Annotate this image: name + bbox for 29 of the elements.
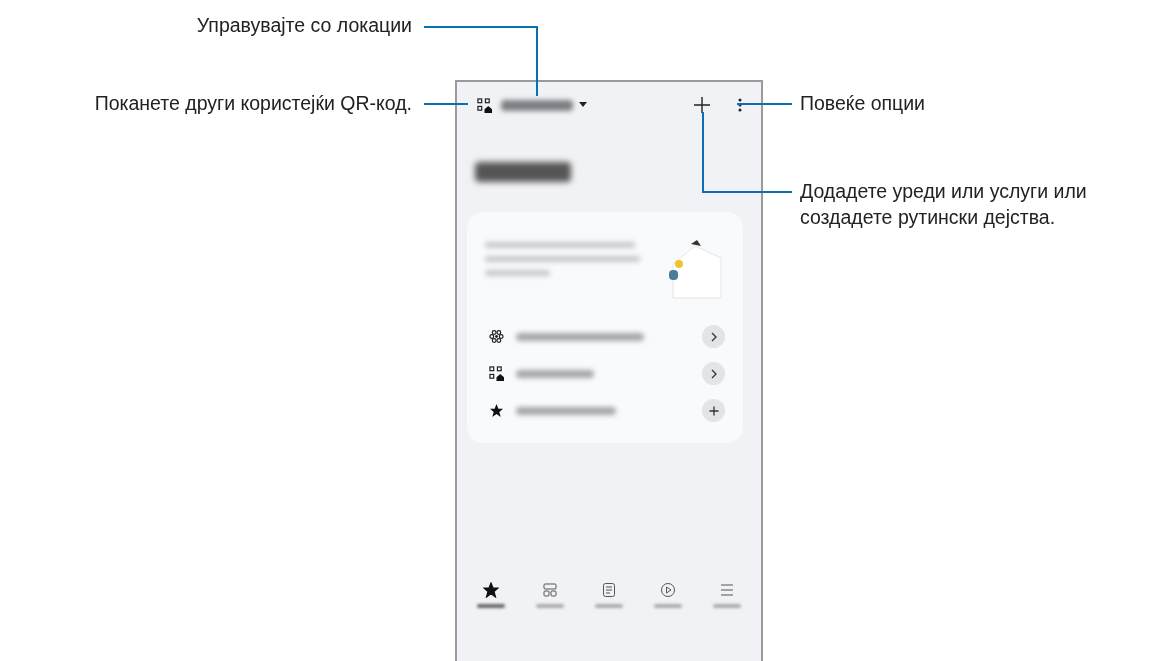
blurred-text <box>485 270 550 276</box>
chevron-button[interactable] <box>702 362 725 385</box>
kebab-menu-icon <box>738 98 742 112</box>
menu-icon <box>719 582 736 598</box>
caret-icon <box>579 102 587 108</box>
leader-line <box>736 103 793 105</box>
callout-label: Додадете уреди или услуги или создадете рутински дејства. <box>800 179 1088 230</box>
blurred-text <box>594 604 623 608</box>
blurred-text <box>535 604 564 608</box>
star-icon <box>489 403 504 418</box>
blurred-text <box>476 604 505 608</box>
plus-icon <box>708 405 719 416</box>
blurred-text <box>654 604 683 608</box>
chevron-button[interactable] <box>702 325 725 348</box>
qr-home-icon <box>489 366 504 381</box>
add-button[interactable] <box>702 399 725 422</box>
plus-icon <box>694 97 710 113</box>
star-icon <box>482 582 499 598</box>
callout-label: Управувајте со локации <box>196 13 412 38</box>
callout-label: Повеќе опции <box>800 91 925 116</box>
document-icon <box>600 582 617 598</box>
flower-icon <box>489 329 504 344</box>
blurred-text <box>713 604 742 608</box>
callout-label: Поканете други користејќи QR-код. <box>94 91 412 116</box>
grid-icon <box>541 582 558 598</box>
qr-home-icon <box>476 97 492 113</box>
add-button[interactable] <box>691 94 713 116</box>
play-circle-icon <box>660 582 677 598</box>
leader-line <box>423 103 469 105</box>
